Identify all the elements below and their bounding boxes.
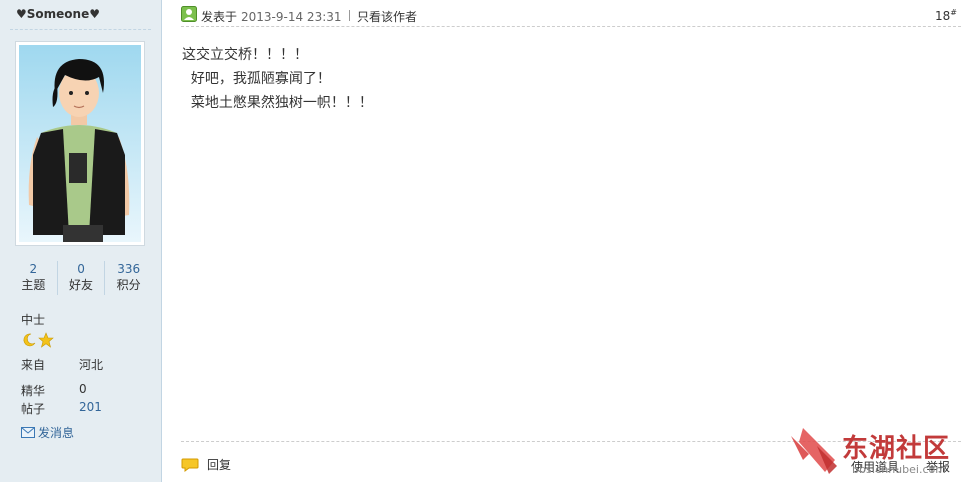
stat-topics[interactable]: 2 主题 xyxy=(10,261,57,295)
user-online-icon xyxy=(181,6,197,22)
reply-button[interactable]: 回复 xyxy=(181,456,231,473)
info-label: 精华 xyxy=(21,384,46,398)
send-message-link[interactable]: 发消息 xyxy=(21,424,74,441)
info-label: 帖子 xyxy=(21,402,46,416)
post-content: 这交立交桥！！！！ 好吧，我孤陋寡闻了！ 菜地土憋果然独树一帜！！！ xyxy=(182,43,373,115)
info-value-link[interactable]: 201 xyxy=(79,400,102,414)
stat-label: 好友 xyxy=(69,278,94,292)
floor-value: 18 xyxy=(935,9,951,23)
post-header: 发表于 2013-9-14 23:31 只看该作者 18# xyxy=(181,6,961,27)
post-line: 好吧，我孤陋寡闻了！ xyxy=(182,71,331,87)
info-digest: 精华 0 xyxy=(21,382,87,399)
watermark-url: bbs.cnhubei.com xyxy=(852,463,946,476)
info-value: 河北 xyxy=(79,358,104,372)
info-value: 0 xyxy=(79,382,87,396)
post-line: 菜地土憋果然独树一帜！！！ xyxy=(182,95,373,111)
rank-icons xyxy=(21,332,54,348)
post-time: 发表于 2013-9-14 23:31 xyxy=(201,8,342,25)
user-rank[interactable]: 中士 xyxy=(21,311,45,328)
stat-value: 2 xyxy=(29,262,38,276)
stat-label: 主题 xyxy=(21,278,46,292)
author-name[interactable]: ♥Someone♥ xyxy=(16,7,100,21)
avatar-image xyxy=(19,45,141,242)
stat-value: 0 xyxy=(77,262,85,276)
stat-friends[interactable]: 0 好友 xyxy=(56,261,105,295)
floor-number[interactable]: 18# xyxy=(935,8,957,23)
floor-suffix: # xyxy=(950,8,957,17)
avatar[interactable] xyxy=(15,41,145,246)
author-sidebar: ♥Someone♥ 2 主题 0 好友 336 积分 中士 来自 河北 精华 0… xyxy=(0,0,162,482)
send-message-label: 发消息 xyxy=(38,426,75,440)
speech-bubble-icon xyxy=(181,458,199,472)
only-author-link[interactable]: 只看该作者 xyxy=(357,8,417,25)
info-posts: 帖子 201 xyxy=(21,400,102,417)
stat-points[interactable]: 336 积分 xyxy=(104,261,152,295)
star-icon xyxy=(38,332,54,348)
reply-label: 回复 xyxy=(207,458,232,472)
info-location: 来自 河北 xyxy=(21,356,103,373)
post-date: 2013-9-14 23:31 xyxy=(241,10,342,24)
moon-icon xyxy=(23,333,36,347)
watermark-text: 东湖社区 xyxy=(842,434,951,464)
envelope-icon xyxy=(21,427,35,438)
posted-label: 发表于 xyxy=(201,10,238,24)
divider xyxy=(10,29,151,30)
post-line: 这交立交桥！！！！ xyxy=(182,47,308,63)
stat-label: 积分 xyxy=(116,278,141,292)
separator xyxy=(349,10,350,21)
author-stats: 2 主题 0 好友 336 积分 xyxy=(10,261,152,295)
stat-value: 336 xyxy=(117,262,141,276)
info-label: 来自 xyxy=(21,358,46,372)
